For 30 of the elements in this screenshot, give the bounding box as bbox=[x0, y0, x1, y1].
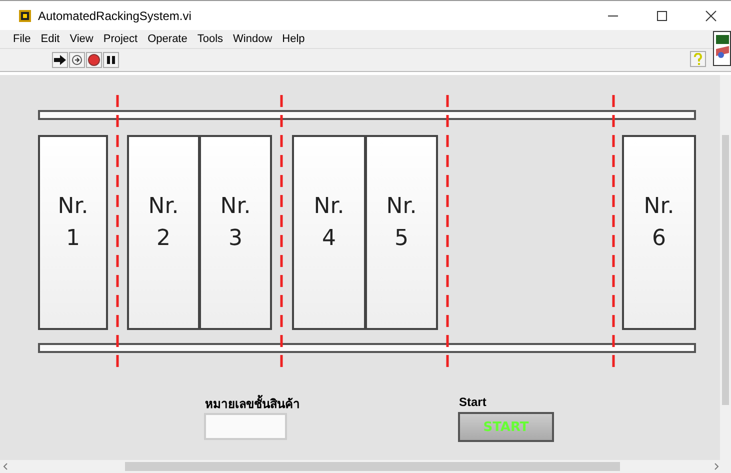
field-label: หมายเลขชั้นสินค้า bbox=[205, 394, 300, 413]
run-continuously-icon[interactable] bbox=[69, 52, 85, 68]
abort-icon[interactable] bbox=[86, 52, 102, 68]
window-title: AutomatedRackingSystem.vi bbox=[38, 8, 192, 22]
rack-slot: Nr. 6 bbox=[622, 135, 696, 330]
start-label: Start bbox=[459, 395, 486, 409]
vi-icon[interactable] bbox=[713, 31, 731, 66]
menu-item[interactable]: File bbox=[8, 33, 36, 45]
rack-slot: Nr. 4 bbox=[292, 135, 366, 330]
horizontal-scrollbar[interactable] bbox=[0, 460, 731, 473]
menu-item[interactable]: Help bbox=[277, 33, 310, 45]
menu-item[interactable]: Tools bbox=[192, 33, 228, 45]
menu-item[interactable]: Edit bbox=[36, 33, 65, 45]
run-icon[interactable] bbox=[52, 52, 68, 68]
vertical-scrollbar[interactable] bbox=[720, 75, 731, 460]
close-icon[interactable] bbox=[704, 8, 718, 22]
maximize-icon[interactable] bbox=[655, 8, 669, 22]
app-icon bbox=[18, 8, 32, 22]
scroll-left-icon[interactable] bbox=[3, 463, 8, 470]
pause-icon[interactable] bbox=[103, 52, 119, 68]
menu-item[interactable]: Window bbox=[228, 33, 278, 45]
scroll-right-icon[interactable] bbox=[714, 463, 719, 470]
menu-item[interactable]: View bbox=[64, 33, 98, 45]
rack-slot: Nr. 5 bbox=[365, 135, 438, 330]
menu-item[interactable]: Operate bbox=[142, 33, 192, 45]
rack-slot: Nr. 3 bbox=[199, 135, 272, 330]
menu-item[interactable]: Project bbox=[98, 33, 143, 45]
rack-slot: Nr. 2 bbox=[127, 135, 200, 330]
input-field[interactable] bbox=[204, 413, 287, 440]
rack-slot: Nr. 1 bbox=[38, 135, 108, 330]
